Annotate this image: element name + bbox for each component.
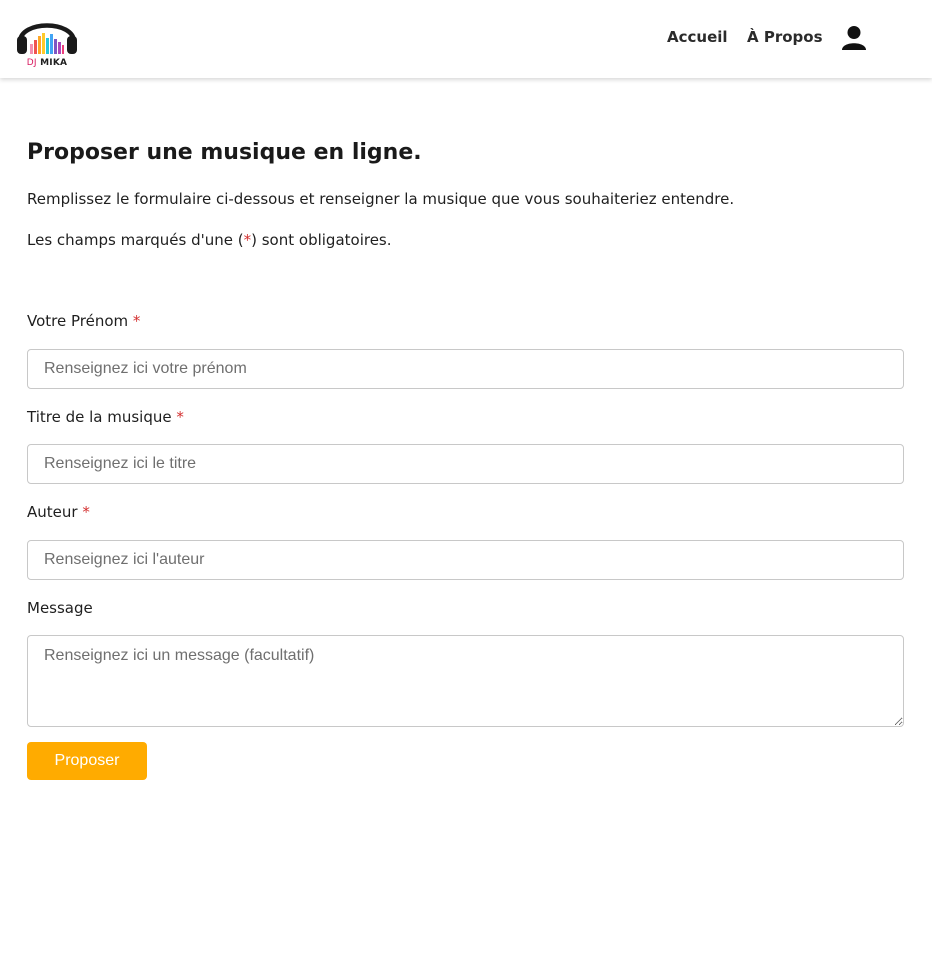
firstname-label: Votre Prénom * — [27, 312, 140, 330]
nav-home-link[interactable]: Accueil — [667, 28, 728, 46]
firstname-input[interactable] — [27, 349, 904, 389]
intro-text: Remplissez le formulaire ci-dessous et r… — [27, 190, 735, 208]
site-header: DJ MIKA Accueil À Propos — [0, 0, 932, 78]
music-title-input[interactable] — [27, 444, 904, 484]
message-textarea[interactable] — [27, 635, 904, 727]
logo-dj: DJ — [26, 58, 37, 68]
required-note-suffix: ) sont obligatoires. — [251, 231, 392, 249]
user-icon[interactable] — [841, 25, 867, 51]
firstname-label-text: Votre Prénom — [27, 312, 129, 330]
author-label-text: Auteur — [27, 503, 78, 521]
main-nav: Accueil À Propos — [0, 28, 932, 50]
required-note-prefix: Les champs marqués d'une ( — [27, 231, 244, 249]
firstname-required-star: * — [132, 312, 141, 330]
title-label-text: Titre de la musique — [27, 408, 172, 426]
title-required-star: * — [176, 408, 184, 426]
required-star: * — [243, 231, 252, 249]
nav-about-link[interactable]: À Propos — [747, 28, 823, 46]
author-required-star: * — [82, 503, 90, 521]
message-label: Message — [27, 599, 93, 617]
logo-text: DJ MIKA — [14, 58, 80, 68]
logo-mika: MIKA — [40, 58, 68, 68]
page-title: Proposer une musique en ligne. — [27, 140, 422, 165]
submit-button[interactable]: Proposer — [27, 742, 147, 780]
message-label-text: Message — [27, 599, 93, 617]
required-note: Les champs marqués d'une (*) sont obliga… — [27, 231, 392, 249]
title-label: Titre de la musique * — [27, 408, 184, 426]
author-input[interactable] — [27, 540, 904, 580]
author-label: Auteur * — [27, 503, 90, 521]
